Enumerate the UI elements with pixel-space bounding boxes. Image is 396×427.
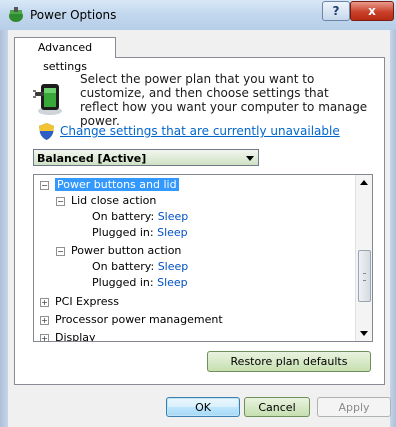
tree-item-label: Display xyxy=(55,331,96,342)
change-settings-link[interactable]: Change settings that are currently unava… xyxy=(60,124,340,138)
ok-button[interactable]: OK xyxy=(166,397,240,417)
uac-shield-icon xyxy=(39,123,54,140)
chevron-down-icon xyxy=(246,156,254,161)
window-frame-right xyxy=(390,30,396,427)
apply-button[interactable]: Apply xyxy=(317,397,391,417)
setting-value-link[interactable]: Sleep xyxy=(158,210,189,223)
settings-tree[interactable]: − Power buttons and lid − Lid close action… xyxy=(33,174,373,342)
power-options-icon xyxy=(9,7,23,22)
tree-item-lid-plugged-in[interactable]: Plugged in: Sleep xyxy=(92,225,188,241)
expand-icon[interactable]: + xyxy=(40,297,49,307)
expand-icon[interactable]: + xyxy=(40,333,49,341)
close-button[interactable]: x xyxy=(350,1,394,21)
scroll-down-icon[interactable] xyxy=(360,331,368,336)
setting-label: Plugged in: xyxy=(92,226,154,239)
power-plan-icon xyxy=(33,84,62,115)
tree-item-label: Processor power management xyxy=(55,313,223,326)
expand-icon[interactable]: + xyxy=(40,315,49,325)
power-plan-selected-value: Balanced [Active] xyxy=(37,152,147,165)
tree-item-power-button-action[interactable]: − Power button action xyxy=(56,243,181,259)
tree-item-button-plugged-in[interactable]: Plugged in: Sleep xyxy=(92,275,188,291)
tree-item-label: Power buttons and lid xyxy=(55,178,179,191)
collapse-icon[interactable]: − xyxy=(56,196,65,206)
tree-item-label: Power button action xyxy=(71,244,182,257)
window-frame-left xyxy=(0,30,8,427)
restore-plan-defaults-button[interactable]: Restore plan defaults xyxy=(207,351,371,372)
power-plan-dropdown[interactable]: Balanced [Active] xyxy=(33,149,259,166)
setting-value-link[interactable]: Sleep xyxy=(157,276,188,289)
window-title: Power Options xyxy=(30,8,117,22)
setting-value-link[interactable]: Sleep xyxy=(157,226,188,239)
tree-item-lid-close-action[interactable]: − Lid close action xyxy=(56,193,156,209)
intro-text: Select the power plan that you want to c… xyxy=(80,72,368,128)
setting-label: On battery: xyxy=(92,210,155,223)
tree-scrollbar[interactable] xyxy=(355,175,372,341)
tab-advanced-settings[interactable]: Advanced settings xyxy=(14,37,116,73)
scroll-up-icon[interactable] xyxy=(360,180,368,185)
scroll-thumb[interactable] xyxy=(358,250,371,302)
tree-item-lid-on-battery[interactable]: On battery: Sleep xyxy=(92,209,188,225)
cancel-button[interactable]: Cancel xyxy=(244,397,310,417)
grip-icon xyxy=(363,273,366,281)
tree-item-power-buttons-and-lid[interactable]: − Power buttons and lid xyxy=(40,177,179,193)
collapse-icon[interactable]: − xyxy=(40,180,49,190)
setting-value-link[interactable]: Sleep xyxy=(158,260,189,273)
tree-item-label: PCI Express xyxy=(55,295,120,308)
help-button[interactable]: ? xyxy=(322,1,350,21)
setting-label: Plugged in: xyxy=(92,276,154,289)
collapse-icon[interactable]: − xyxy=(56,246,65,256)
tree-item-label: Lid close action xyxy=(71,194,157,207)
tree-item-display[interactable]: + Display xyxy=(40,330,96,342)
setting-label: On battery: xyxy=(92,260,155,273)
tree-item-pci-express[interactable]: + PCI Express xyxy=(40,294,119,310)
tree-item-button-on-battery[interactable]: On battery: Sleep xyxy=(92,259,188,275)
tree-item-processor-power-management[interactable]: + Processor power management xyxy=(40,312,223,328)
title-bar[interactable]: Power Options ? x xyxy=(0,0,396,31)
